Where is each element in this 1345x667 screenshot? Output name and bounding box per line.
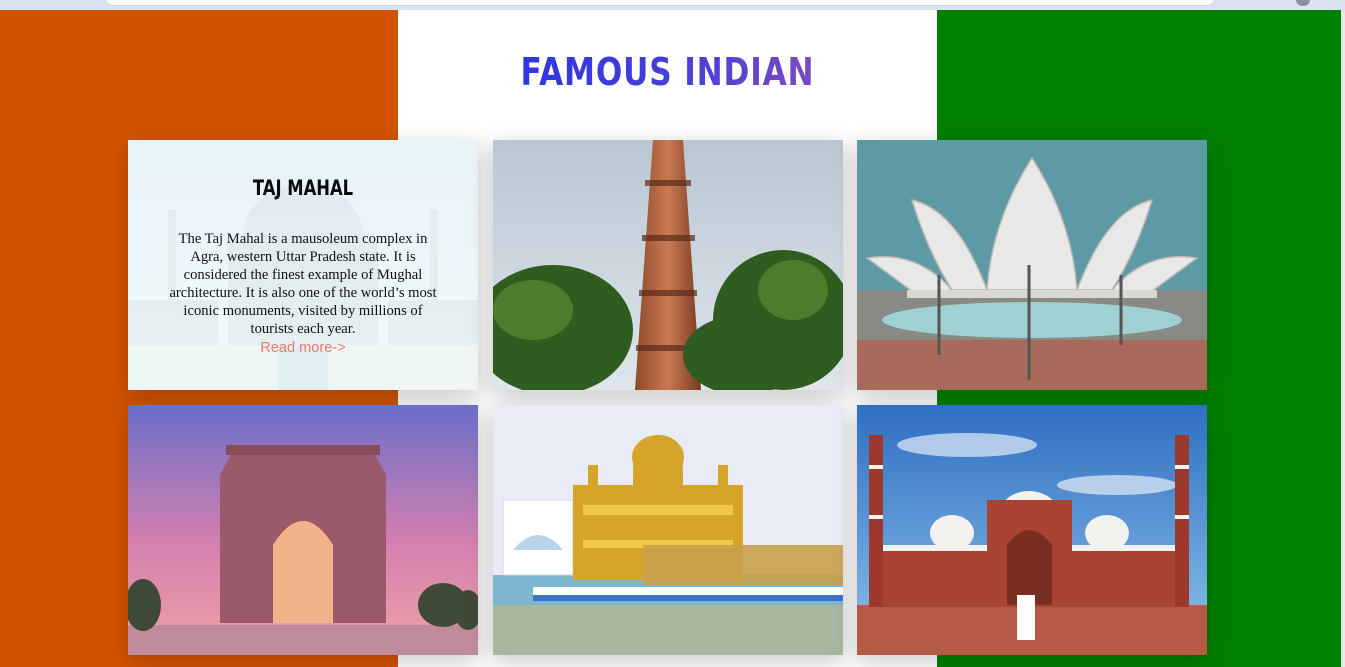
jama-masjid-image	[857, 405, 1207, 655]
card-description-block: The Taj Mahal is a mausoleum complex in …	[164, 230, 442, 357]
golden-temple-card[interactable]	[493, 405, 843, 655]
lotus-temple-card[interactable]	[857, 140, 1207, 390]
qutub-minar-image	[493, 140, 843, 390]
browser-toolbar	[0, 0, 1345, 10]
jama-masjid-card[interactable]	[857, 405, 1207, 655]
qutub-minar-card[interactable]	[493, 140, 843, 390]
scrollbar[interactable]	[1341, 10, 1345, 667]
golden-temple-image	[493, 405, 843, 655]
profile-avatar[interactable]	[1296, 0, 1310, 6]
taj-mahal-card[interactable]: TAJ MAHAL The Taj Mahal is a mausoleum c…	[128, 140, 478, 390]
page-title: FAMOUS INDIAN MONUMENTS	[447, 44, 889, 150]
india-gate-image	[128, 405, 478, 655]
lotus-temple-image	[857, 140, 1207, 390]
read-more-link[interactable]: Read more->	[164, 339, 442, 357]
taj-mahal-info: TAJ MAHAL The Taj Mahal is a mausoleum c…	[128, 140, 478, 390]
card-title: TAJ MAHAL	[252, 176, 354, 200]
india-gate-card[interactable]	[128, 405, 478, 655]
card-description: The Taj Mahal is a mausoleum complex in …	[169, 231, 437, 337]
address-bar[interactable]	[104, 0, 1216, 6]
